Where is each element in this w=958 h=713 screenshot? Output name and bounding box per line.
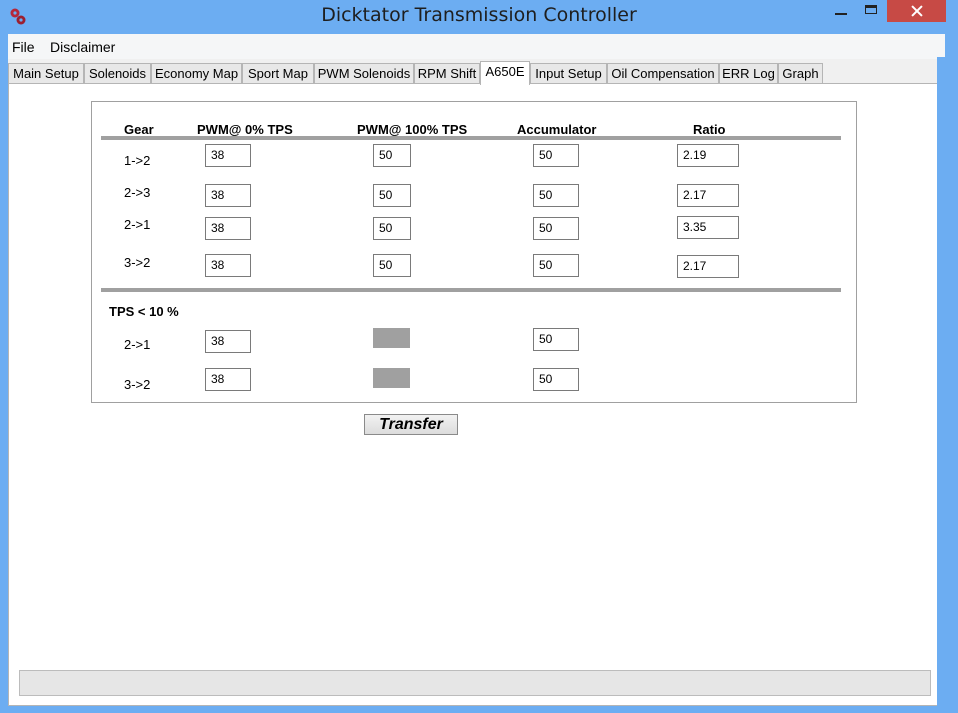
gear-label: 2->1	[124, 337, 151, 352]
pwm-0-input[interactable]: 38	[205, 368, 251, 391]
title-bar[interactable]: Dicktator Transmission Controller	[0, 0, 958, 34]
tab-graph[interactable]: Graph	[778, 63, 823, 83]
menu-bar: File Disclaimer	[8, 34, 945, 59]
gear-label: 3->2	[124, 255, 151, 270]
client-area: File Disclaimer Main Setup Solenoids Eco…	[8, 34, 945, 706]
header-pwm-100: PWM@ 100% TPS	[357, 122, 468, 137]
pwm-100-input[interactable]: 50	[373, 184, 411, 207]
header-accumulator: Accumulator	[517, 122, 597, 137]
header-divider	[101, 136, 841, 140]
gear-label: 2->1	[124, 217, 151, 232]
tab-input-setup[interactable]: Input Setup	[530, 63, 607, 83]
ratio-input[interactable]: 2.19	[677, 144, 739, 167]
tab-main-setup[interactable]: Main Setup	[8, 63, 84, 83]
minimize-button[interactable]	[826, 0, 856, 22]
tab-sport-map[interactable]: Sport Map	[242, 63, 314, 83]
tab-strip: Main Setup Solenoids Economy Map Sport M…	[8, 61, 945, 85]
maximize-button[interactable]	[857, 0, 887, 22]
tab-economy-map[interactable]: Economy Map	[151, 63, 242, 83]
accumulator-input[interactable]: 50	[533, 368, 579, 391]
tab-solenoids[interactable]: Solenoids	[84, 63, 151, 83]
header-ratio: Ratio	[693, 122, 726, 137]
gear-label: 3->2	[124, 377, 151, 392]
ratio-input[interactable]: 2.17	[677, 184, 739, 207]
pwm-100-input[interactable]: 50	[373, 217, 411, 240]
pwm-100-disabled	[373, 368, 410, 388]
tab-a650e[interactable]: A650E	[480, 61, 530, 85]
menu-disclaimer[interactable]: Disclaimer	[50, 39, 115, 55]
header-pwm-0: PWM@ 0% TPS	[197, 122, 293, 137]
accumulator-input[interactable]: 50	[533, 328, 579, 351]
app-window: Dicktator Transmission Controller File D…	[0, 0, 958, 713]
pwm-100-disabled	[373, 328, 410, 348]
accumulator-input[interactable]: 50	[533, 254, 579, 277]
ratio-input[interactable]: 2.17	[677, 255, 739, 278]
section-divider	[101, 288, 841, 292]
a650e-panel: Gear PWM@ 0% TPS PWM@ 100% TPS Accumulat…	[8, 83, 945, 706]
tps-low-label: TPS < 10 %	[109, 304, 179, 319]
tab-err-log[interactable]: ERR Log	[719, 63, 778, 83]
gear-label: 1->2	[124, 153, 151, 168]
pwm-0-input[interactable]: 38	[205, 144, 251, 167]
tab-pwm-solenoids[interactable]: PWM Solenoids	[314, 63, 414, 83]
tab-oil-compensation[interactable]: Oil Compensation	[607, 63, 719, 83]
pwm-0-input[interactable]: 38	[205, 330, 251, 353]
pwm-100-input[interactable]: 50	[373, 144, 411, 167]
tab-rpm-shift[interactable]: RPM Shift	[414, 63, 480, 83]
pwm-0-input[interactable]: 38	[205, 217, 251, 240]
close-button[interactable]	[887, 0, 946, 22]
pwm-100-input[interactable]: 50	[373, 254, 411, 277]
status-bar	[19, 670, 931, 696]
pwm-0-input[interactable]: 38	[205, 254, 251, 277]
accumulator-input[interactable]: 50	[533, 184, 579, 207]
menu-file[interactable]: File	[12, 39, 35, 55]
shift-settings-group: Gear PWM@ 0% TPS PWM@ 100% TPS Accumulat…	[91, 101, 857, 403]
header-gear: Gear	[124, 122, 154, 137]
gear-label: 2->3	[124, 185, 151, 200]
ratio-input[interactable]: 3.35	[677, 216, 739, 239]
right-edge-scrollbar[interactable]	[937, 57, 947, 707]
pwm-0-input[interactable]: 38	[205, 184, 251, 207]
accumulator-input[interactable]: 50	[533, 144, 579, 167]
window-title: Dicktator Transmission Controller	[321, 4, 637, 26]
accumulator-input[interactable]: 50	[533, 217, 579, 240]
transfer-button[interactable]: Transfer	[364, 414, 458, 435]
